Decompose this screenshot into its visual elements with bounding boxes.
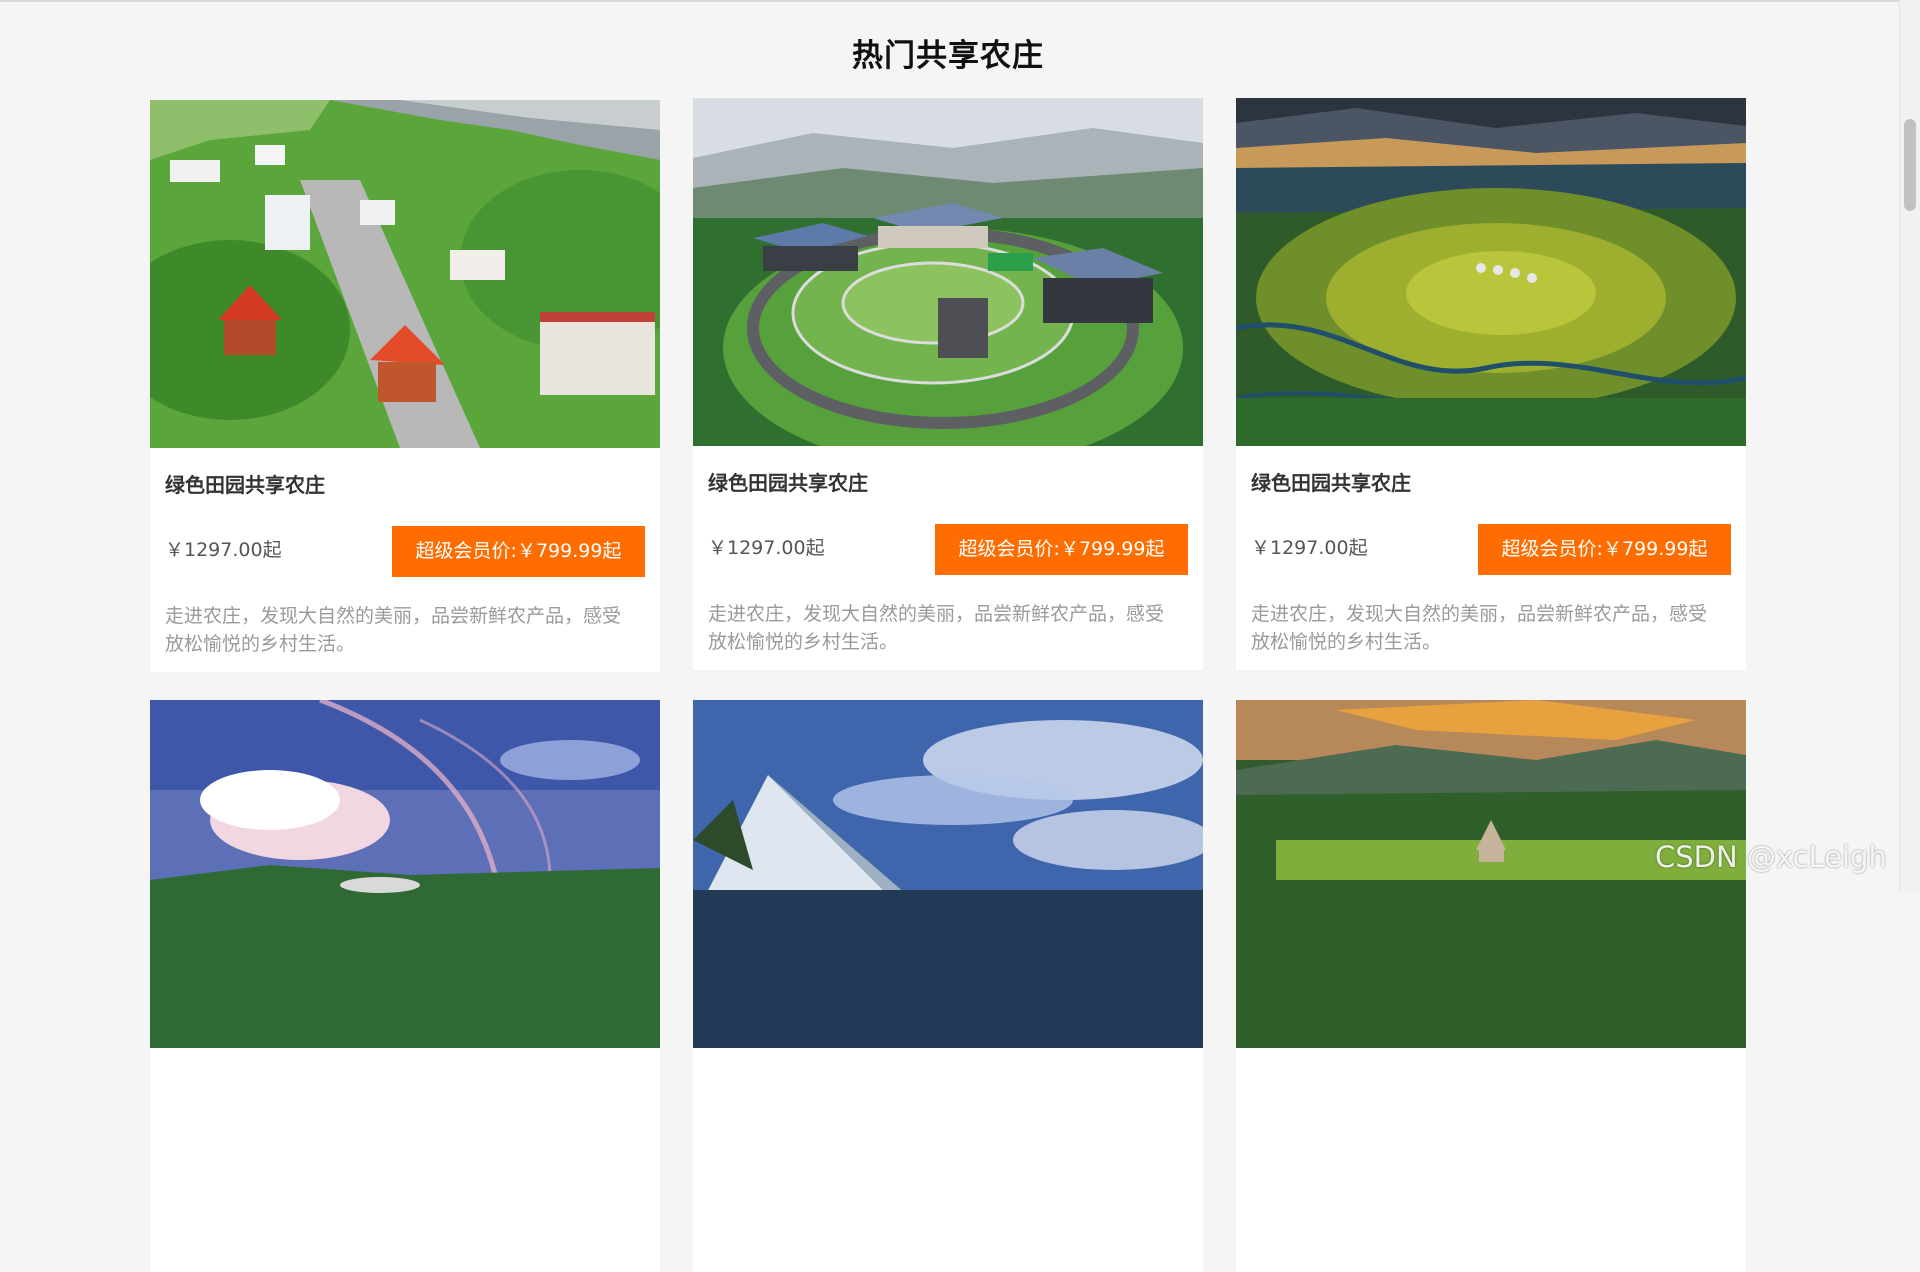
scrollbar-thumb[interactable] [1904, 119, 1916, 211]
farm-description: 走进农庄，发现大自然的美丽，品尝新鲜农产品，感受放松愉悦的乡村生活。 [165, 605, 622, 655]
section-title: 热门共享农庄 [852, 38, 1044, 74]
farm-name[interactable]: 绿色田园共享农庄 [708, 467, 868, 496]
farm-price: ￥1297.00起 [1251, 537, 1368, 559]
farm-card[interactable]: 绿色田园共享农庄 ￥1297.00起 超级会员价:￥799.99起 走进农庄，发… [693, 98, 1203, 670]
watermark: CSDN @xcLeigh [1655, 840, 1887, 874]
farm-description: 走进农庄，发现大自然的美丽，品尝新鲜农产品，感受放松愉悦的乡村生活。 [1251, 603, 1708, 653]
vip-price-button[interactable]: 超级会员价:￥799.99起 [392, 526, 645, 577]
farm-photo-village[interactable] [150, 100, 660, 448]
farm-photo-rainbow[interactable] [150, 700, 660, 1048]
farm-card[interactable]: 绿色田园共享农庄 ￥1297.00起 超级会员价:￥799.99起 走进农庄，发… [150, 100, 660, 672]
farm-card[interactable] [150, 700, 660, 1272]
farm-card[interactable] [693, 700, 1203, 1272]
farm-name[interactable]: 绿色田园共享农庄 [165, 469, 325, 498]
farm-card[interactable] [1236, 700, 1746, 1272]
farm-price: ￥1297.00起 [165, 539, 282, 561]
farm-photo-valley[interactable] [1236, 700, 1746, 1048]
farm-photo-fields[interactable] [1236, 98, 1746, 446]
farm-price: ￥1297.00起 [708, 537, 825, 559]
farm-card[interactable]: 绿色田园共享农庄 ￥1297.00起 超级会员价:￥799.99起 走进农庄，发… [1236, 98, 1746, 670]
vip-price-button[interactable]: 超级会员价:￥799.99起 [1478, 524, 1731, 575]
farm-photo-resort[interactable] [693, 98, 1203, 446]
vertical-scrollbar[interactable] [1899, 0, 1920, 891]
top-border [0, 0, 1900, 2]
vip-price-button[interactable]: 超级会员价:￥799.99起 [935, 524, 1188, 575]
farm-description: 走进农庄，发现大自然的美丽，品尝新鲜农产品，感受放松愉悦的乡村生活。 [708, 603, 1165, 653]
farm-name[interactable]: 绿色田园共享农庄 [1251, 467, 1411, 496]
farm-photo-pyramid[interactable] [693, 700, 1203, 1048]
